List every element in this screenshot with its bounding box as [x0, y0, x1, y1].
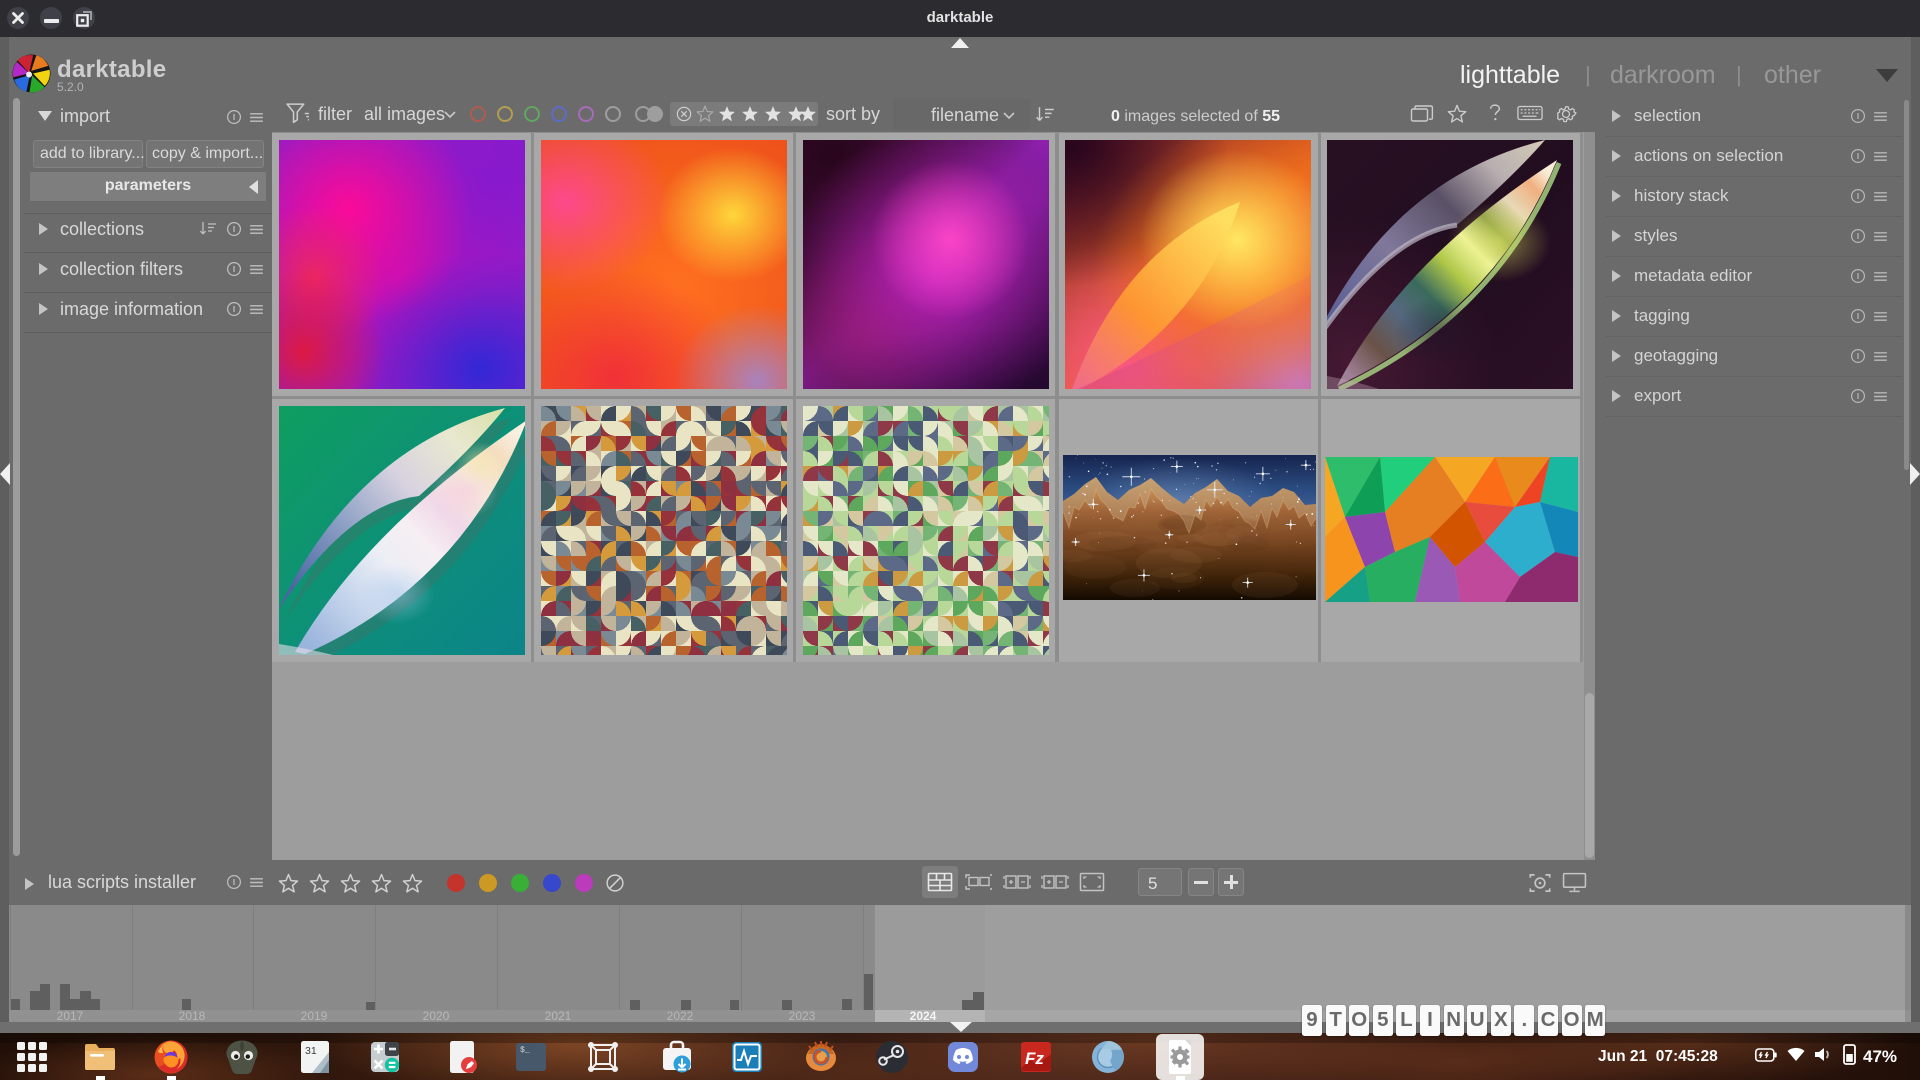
- svg-text:Fz: Fz: [1025, 1049, 1044, 1068]
- svg-text:$_: $_: [520, 1046, 530, 1055]
- svg-text:31: 31: [305, 1045, 317, 1057]
